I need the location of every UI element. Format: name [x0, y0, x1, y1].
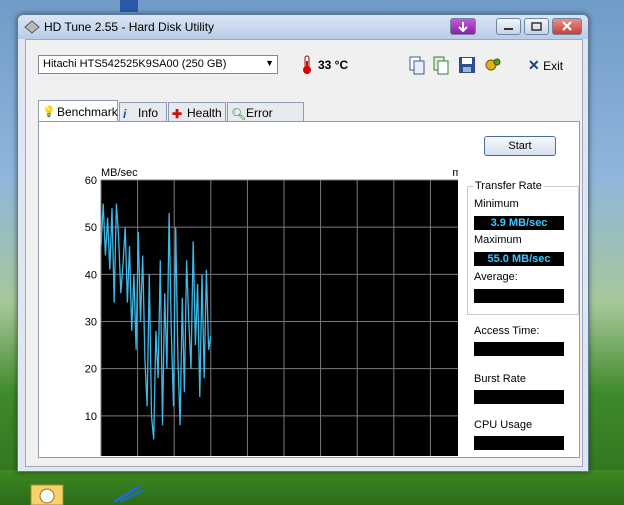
tab-health[interactable]: ✚ Health [168, 102, 226, 122]
tab-info[interactable]: i Info [119, 102, 167, 122]
y-tick-label-left: 60 [85, 175, 97, 187]
window-title: HD Tune 2.55 - Hard Disk Utility [44, 20, 215, 34]
save-icon[interactable] [456, 54, 478, 76]
maximize-button[interactable] [524, 18, 549, 35]
exit-x-icon: ✕ [528, 57, 540, 73]
title-bar[interactable]: HD Tune 2.55 - Hard Disk Utility [18, 15, 588, 39]
info-icon: i [123, 107, 127, 121]
y-tick-label-left: 40 [85, 269, 97, 281]
thermometer-icon [303, 55, 311, 74]
window-client: Hitachi HTS542525K9SA00 (250 GB) ▼ 33 °C… [25, 39, 583, 467]
drive-select[interactable]: Hitachi HTS542525K9SA00 (250 GB) ▼ [38, 55, 278, 74]
y-axis-label-left: MB/sec [101, 167, 138, 179]
y-tick-label-left: 30 [85, 317, 97, 329]
cpu-usage-value [474, 436, 564, 450]
temperature-value: 33 °C [318, 58, 349, 72]
clock-icon[interactable] [30, 484, 64, 505]
health-cross-icon: ✚ [172, 107, 183, 121]
network-icon[interactable] [110, 482, 146, 505]
options-icon[interactable] [482, 54, 504, 76]
maximize-icon [531, 22, 542, 31]
tab-benchmark[interactable]: 💡 Benchmark [38, 100, 118, 122]
minimize-icon [504, 28, 513, 30]
maximum-value: 55.0 MB/sec [474, 252, 564, 266]
transfer-rate-title: Transfer Rate [473, 180, 544, 192]
hdtune-window: HD Tune 2.55 - Hard Disk Utility Hitachi… [17, 14, 589, 472]
copy-icon[interactable] [406, 54, 428, 76]
benchmark-icon: 💡 [42, 106, 56, 118]
desktop-icon-top[interactable] [118, 0, 140, 14]
average-value [474, 289, 564, 303]
y-tick-label-left: 50 [85, 222, 97, 234]
exit-label: Exit [543, 59, 564, 73]
close-button[interactable] [552, 18, 582, 35]
minimize-button[interactable] [496, 18, 521, 35]
tab-label: Benchmark [57, 105, 118, 119]
cpu-usage-label: CPU Usage [474, 419, 533, 431]
average-label: Average: [474, 271, 518, 283]
access-time-label: Access Time: [474, 325, 540, 337]
y-tick-label-left: 20 [85, 364, 97, 376]
hdtune-app-icon [24, 20, 40, 34]
dropdown-arrow-icon: ▼ [265, 58, 274, 68]
pin-button[interactable] [450, 18, 476, 35]
tab-error-scan[interactable]: 🔍︎ Error Scan [227, 102, 304, 134]
copy-all-icon[interactable] [430, 54, 452, 76]
magnifier-icon: 🔍︎ [231, 107, 247, 121]
burst-rate-value [474, 390, 564, 404]
desktop-grass [0, 470, 624, 505]
close-icon [562, 21, 572, 31]
minimum-value: 3.9 MB/sec [474, 216, 564, 230]
maximum-label: Maximum [474, 234, 522, 246]
start-button[interactable]: Start [484, 136, 556, 156]
start-label: Start [508, 140, 532, 152]
burst-rate-label: Burst Rate [474, 373, 526, 385]
y-axis-label-right: ms [452, 167, 458, 179]
benchmark-panel: 1010202030304040505060600102030405060708… [38, 121, 580, 458]
minimum-label: Minimum [474, 198, 519, 210]
tab-label: Health [187, 106, 222, 120]
tab-label: Info [138, 106, 159, 120]
exit-button[interactable]: ✕ Exit [528, 57, 563, 74]
access-time-value [474, 342, 564, 356]
y-tick-label-left: 10 [85, 411, 97, 423]
drive-select-value: Hitachi HTS542525K9SA00 (250 GB) [43, 58, 227, 70]
benchmark-chart: 1010202030304040505060600102030405060708… [85, 167, 458, 456]
pin-down-icon [458, 22, 468, 33]
